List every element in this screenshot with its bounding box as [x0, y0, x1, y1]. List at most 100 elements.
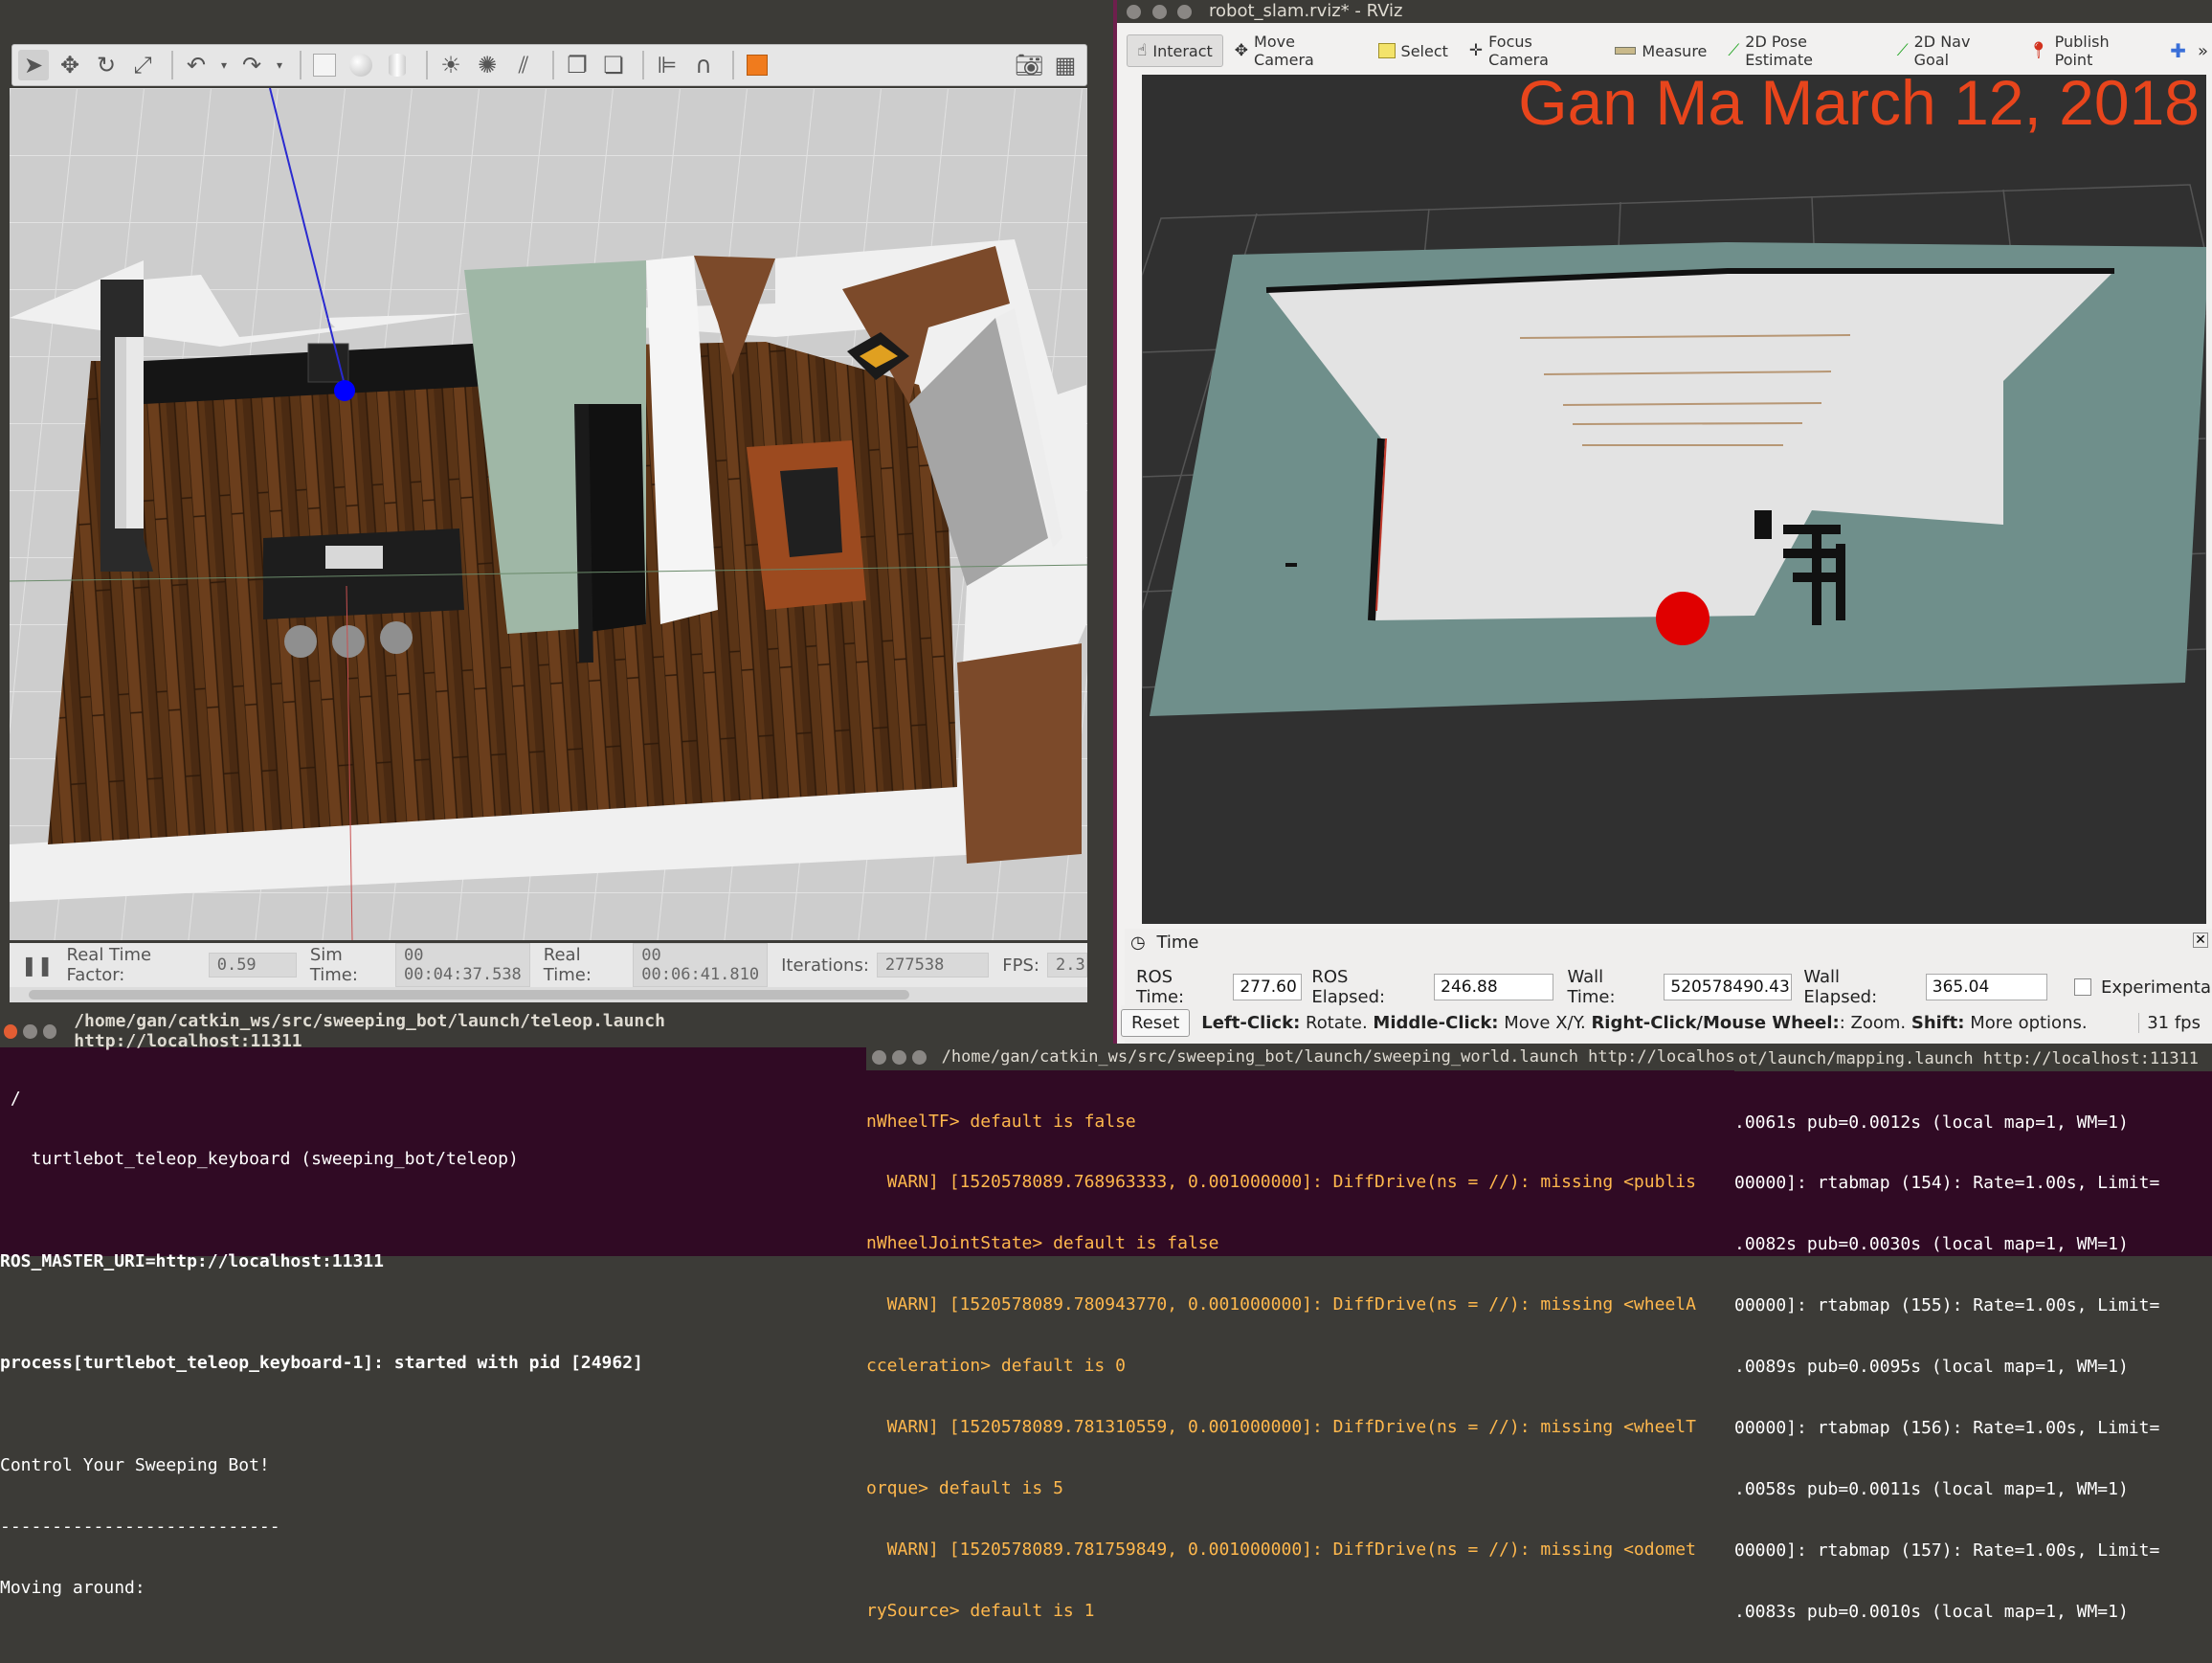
tool-measure[interactable]: Measure	[1605, 36, 1716, 66]
terminal-line: ---------------------------	[0, 1516, 280, 1537]
ros-elapsed-field[interactable]: 246.88	[1434, 974, 1554, 1000]
pointlight-icon[interactable]: ☀	[436, 50, 466, 80]
hand-icon: ☝	[1137, 41, 1148, 60]
terminal-line: .0089s pub=0.0095s (local map=1, WM=1)	[1734, 1357, 2129, 1378]
focus-icon: ✛	[1468, 41, 1484, 60]
gazebo-toolbar: ➤ ✥ ↻ ⤢ ↶ ▾ ↷ ▾ ☀ ✺ ⫽ ❐ ❏ ⊫ ∩ 📷︎ ▦	[11, 44, 1087, 86]
terminal-line: 00000]: rtabmap (154): Rate=1.00s, Limit…	[1734, 1173, 2160, 1194]
pin-icon: 📍︎	[2028, 41, 2049, 60]
wall-time-label: Wall Time:	[1567, 967, 1616, 1007]
close-icon[interactable]	[1127, 5, 1141, 19]
fps-indicator: 31 fps	[2138, 1012, 2201, 1033]
terminal-mapping[interactable]: ot/launch/mapping.launch http://localhos…	[1734, 1046, 2212, 1622]
toolbar-separator	[300, 51, 302, 79]
redo-icon[interactable]: ↷	[236, 50, 267, 80]
rviz-3d-viewport[interactable]: Gan Ma March 12, 2018	[1142, 75, 2206, 924]
tool-focus-camera[interactable]: ✛ Focus Camera	[1460, 27, 1603, 75]
terminal-line: turtlebot_teleop_keyboard (sweeping_bot/…	[0, 1149, 519, 1170]
overlay-text: Gan Ma March 12, 2018	[1518, 75, 2200, 138]
tool-2d-pose-estimate[interactable]: ⟋ 2D Pose Estimate	[1718, 27, 1885, 75]
cylinder-icon[interactable]	[382, 50, 413, 80]
paste-icon[interactable]: ❏	[598, 50, 629, 80]
copy-icon[interactable]: ❐	[562, 50, 592, 80]
spotlight-icon[interactable]: ✺	[472, 50, 503, 80]
terminal-line: .0061s pub=0.0012s (local map=1, WM=1)	[1734, 1112, 2129, 1133]
toolbar-separator	[552, 51, 554, 79]
terminal-line: nWheelTF> default is false	[866, 1111, 1136, 1132]
real-time-factor-label: Real Time Factor:	[66, 945, 152, 985]
terminal-line: ROS_MASTER_URI=http://localhost:11311	[0, 1250, 384, 1271]
wall-elapsed-field[interactable]: 365.04	[1925, 974, 2048, 1000]
undo-icon[interactable]: ↶	[181, 50, 212, 80]
measure-icon	[1615, 47, 1637, 55]
toolbar-overflow-icon[interactable]: »	[2198, 41, 2208, 61]
minimize-icon[interactable]	[891, 1049, 906, 1065]
minimize-icon[interactable]	[1151, 5, 1167, 19]
tool-publish-point[interactable]: 📍︎ Publish Point	[2019, 27, 2158, 75]
close-icon[interactable]	[872, 1049, 886, 1065]
tool-label: 2D Nav Goal	[1913, 33, 1971, 69]
terminal-line: /	[0, 1088, 21, 1109]
hint-text: More options.	[1970, 1012, 2088, 1033]
scale-icon[interactable]: ⤢	[127, 50, 158, 80]
gazebo-3d-viewport[interactable]	[10, 88, 1087, 940]
record-icon[interactable]: ▦	[1050, 50, 1081, 80]
orange-box-icon[interactable]	[742, 50, 772, 80]
tool-label: Measure	[1642, 41, 1708, 60]
terminal-line: WARN] [1520578089.780943770, 0.001000000…	[866, 1294, 1696, 1315]
real-time-label: Real Time:	[543, 945, 592, 985]
terminal-title: /home/gan/catkin_ws/src/sweeping_bot/lau…	[941, 1047, 1739, 1067]
camera-icon[interactable]: 📷︎	[1014, 50, 1044, 80]
real-time-factor-value: 0.59	[208, 953, 297, 978]
horizontal-scrollbar[interactable]	[10, 987, 1087, 1002]
hint-shift: Shift:	[1910, 1012, 1965, 1033]
wall-time-field[interactable]: 520578490.43	[1664, 974, 1793, 1000]
terminal-line: WARN] [1520578089.781759849, 0.001000000…	[866, 1539, 1696, 1560]
ros-elapsed-label: ROS Elapsed:	[1311, 967, 1386, 1007]
align-icon[interactable]: ⊫	[652, 50, 682, 80]
pointer-icon[interactable]: ➤	[18, 50, 49, 80]
terminal-line: 00000]: rtabmap (155): Rate=1.00s, Limit…	[1734, 1295, 2160, 1316]
terminal-line: nWheelJointState> default is false	[866, 1233, 1219, 1254]
redo-dropdown-icon[interactable]: ▾	[273, 50, 286, 80]
hint-middle-click: Middle-Click:	[1373, 1012, 1499, 1033]
maximize-icon[interactable]	[911, 1049, 927, 1065]
tool-select[interactable]: Select	[1369, 36, 1458, 66]
snap-icon[interactable]: ∩	[688, 50, 719, 80]
reset-button[interactable]: Reset	[1121, 1008, 1191, 1037]
terminal-line: process[turtlebot_teleop_keyboard-1]: st…	[0, 1353, 643, 1374]
terminal-teleop[interactable]: /home/gan/catkin_ws/src/sweeping_bot/lau…	[0, 1011, 871, 1598]
robot-marker[interactable]	[334, 380, 355, 401]
panel-close-icon[interactable]: ✕	[2193, 933, 2208, 948]
undo-dropdown-icon[interactable]: ▾	[217, 50, 231, 80]
move-icon[interactable]: ✥	[55, 50, 85, 80]
rviz-titlebar: robot_slam.rviz* - RViz	[1117, 0, 2212, 23]
experimental-label: Experimental	[2100, 977, 2212, 998]
add-tool-button[interactable]: ✚	[2160, 34, 2196, 68]
maximize-icon[interactable]	[42, 1023, 57, 1039]
experimental-checkbox[interactable]	[2074, 978, 2091, 996]
close-icon[interactable]	[4, 1023, 18, 1039]
tool-2d-nav-goal[interactable]: ⟋ 2D Nav Goal	[1888, 27, 2017, 75]
tool-move-camera[interactable]: ✥ Move Camera	[1225, 27, 1367, 75]
tool-label: 2D Pose Estimate	[1745, 33, 1813, 69]
directionallight-icon[interactable]: ⫽	[508, 50, 539, 80]
terminal-title: /home/gan/catkin_ws/src/sweeping_bot/lau…	[74, 1011, 665, 1051]
pause-icon[interactable]: ❚❚	[21, 954, 54, 977]
ros-time-field[interactable]: 277.60	[1233, 974, 1303, 1000]
rotate-icon[interactable]: ↻	[91, 50, 122, 80]
terminal-sweeping-world[interactable]: /home/gan/catkin_ws/src/sweeping_bot/lau…	[866, 1044, 1739, 1621]
box-icon[interactable]	[309, 50, 340, 80]
hint-text: Move X/Y.	[1504, 1012, 1586, 1033]
toolbar-separator	[171, 51, 173, 79]
robot-model[interactable]	[1656, 592, 1709, 645]
sphere-icon[interactable]	[346, 50, 376, 80]
rviz-title: robot_slam.rviz* - RViz	[1209, 1, 1403, 21]
tool-interact[interactable]: ☝ Interact	[1127, 34, 1223, 67]
tool-label: Publish Point	[2054, 33, 2110, 69]
minimize-icon[interactable]	[23, 1023, 37, 1039]
terminal-titlebar: /home/gan/catkin_ws/src/sweeping_bot/lau…	[0, 1011, 871, 1051]
fps-value: 2.3	[1047, 953, 1087, 978]
terminal-line: WARN] [1520578089.768963333, 0.001000000…	[866, 1172, 1696, 1193]
maximize-icon[interactable]	[1177, 5, 1193, 19]
